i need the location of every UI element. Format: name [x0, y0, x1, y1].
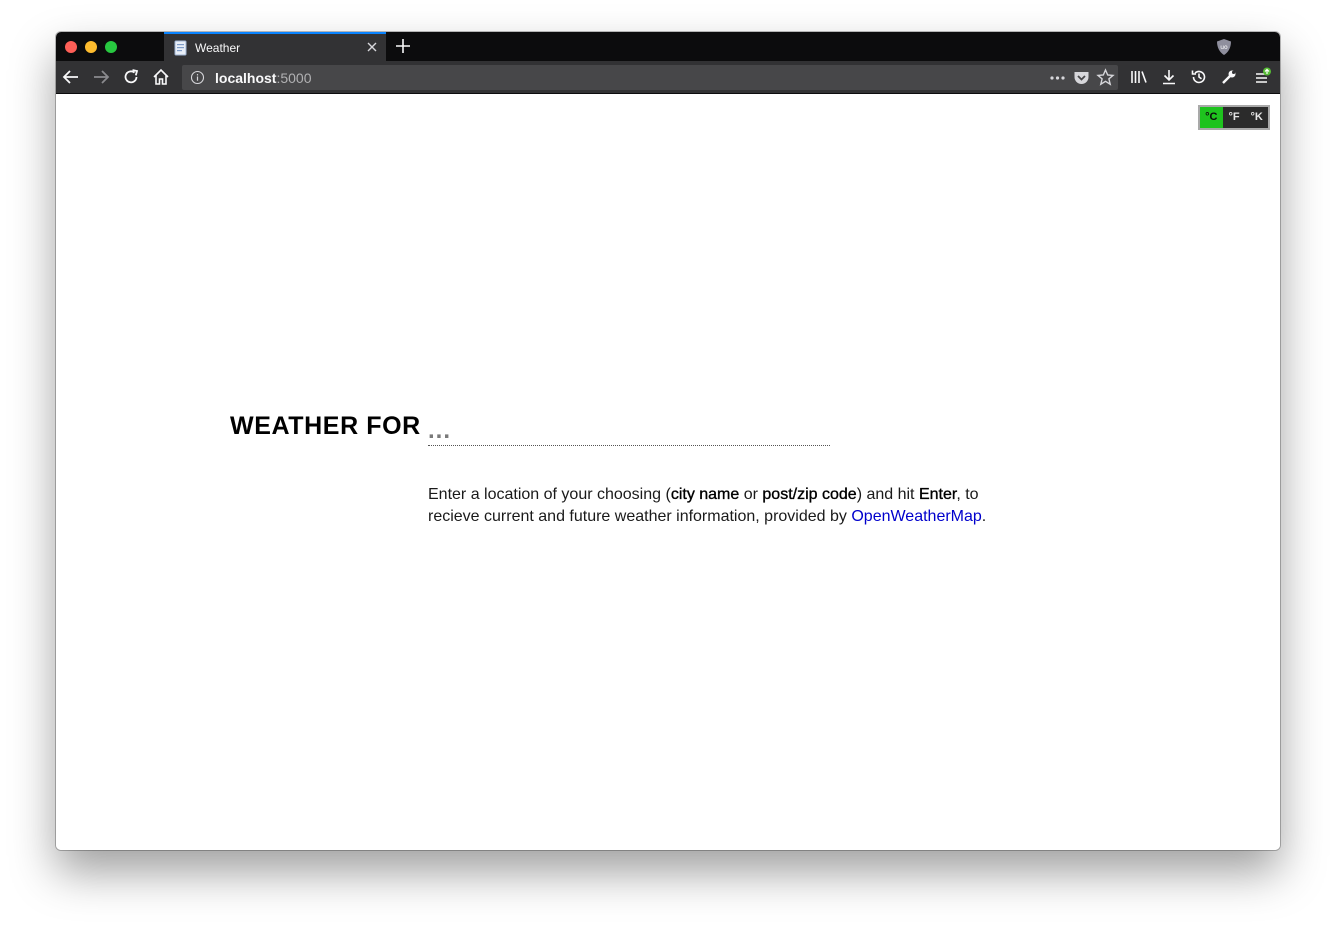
back-arrow-icon[interactable]	[61, 67, 81, 87]
openweathermap-link[interactable]: OpenWeatherMap	[851, 508, 981, 525]
tab-strip: Weather uo	[56, 32, 1280, 61]
navigation-toolbar: localhost:5000	[56, 61, 1280, 94]
info-icon[interactable]	[190, 70, 205, 85]
desc-part1: Enter a location of your choosing (	[428, 486, 671, 503]
page-content: °C °F °K WEATHER FOR Enter a location of…	[56, 94, 1280, 850]
url-bar[interactable]: localhost:5000	[182, 65, 1118, 90]
hamburger-menu-icon[interactable]	[1252, 67, 1272, 87]
desc-city-name: city name	[670, 486, 740, 503]
more-dots-icon[interactable]	[1048, 68, 1067, 87]
history-icon[interactable]	[1189, 67, 1209, 87]
instructions-text: Enter a location of your choosing (city …	[428, 484, 1018, 528]
url-host: localhost	[215, 70, 277, 86]
home-icon[interactable]	[151, 67, 171, 87]
url-text[interactable]: localhost:5000	[215, 70, 312, 86]
close-icon[interactable]	[365, 40, 379, 54]
desc-or: or	[739, 486, 763, 503]
unit-celsius-button[interactable]: °C	[1200, 107, 1223, 128]
forward-arrow-icon[interactable]	[91, 67, 111, 87]
tab-weather[interactable]: Weather	[164, 32, 386, 61]
browser-window: Weather uo localhost:5000 °C °F °K WEATH…	[56, 32, 1280, 850]
unit-fahrenheit-button[interactable]: °F	[1223, 107, 1246, 128]
new-tab-icon[interactable]	[394, 37, 412, 55]
pocket-icon[interactable]	[1072, 68, 1091, 87]
star-icon[interactable]	[1096, 68, 1115, 87]
reload-icon[interactable]	[121, 67, 141, 87]
page-title: WEATHER FOR	[230, 412, 421, 440]
desc-enter: Enter	[918, 486, 957, 503]
svg-text:uo: uo	[1220, 44, 1228, 51]
desc-end: .	[981, 508, 987, 525]
desc-part2: ) and hit	[856, 486, 919, 503]
page-icon	[173, 40, 189, 56]
unit-toggle: °C °F °K	[1198, 105, 1270, 130]
tab-title: Weather	[195, 41, 241, 55]
download-icon[interactable]	[1159, 67, 1179, 87]
wrench-icon[interactable]	[1219, 67, 1239, 87]
window-minimize-button[interactable]	[85, 41, 97, 53]
ublock-shield-icon[interactable]: uo	[1216, 38, 1232, 56]
location-input[interactable]	[428, 416, 830, 446]
window-close-button[interactable]	[65, 41, 77, 53]
window-maximize-button[interactable]	[105, 41, 117, 53]
desc-postcode: post/zip code	[762, 486, 857, 503]
unit-kelvin-button[interactable]: °K	[1245, 107, 1268, 128]
url-port: :5000	[276, 70, 312, 86]
library-icon[interactable]	[1129, 67, 1149, 87]
